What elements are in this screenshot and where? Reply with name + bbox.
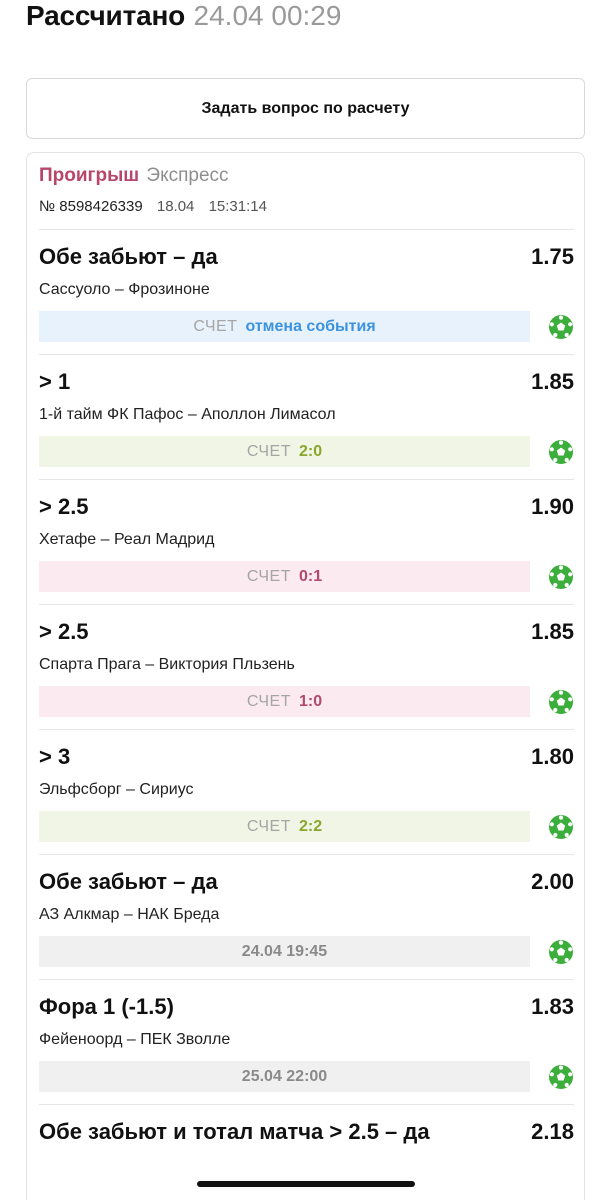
bet-type: Экспресс bbox=[146, 165, 229, 186]
score-value: 2:0 bbox=[299, 442, 323, 460]
home-indicator[interactable] bbox=[197, 1181, 415, 1187]
soccer-ball-icon bbox=[548, 1064, 574, 1090]
bet-odds: 1.80 bbox=[531, 744, 574, 769]
bet-pick: > 3 bbox=[39, 744, 71, 769]
bet-slip-header: Проигрыш Экспресс № 8598426339 18.04 15:… bbox=[39, 165, 267, 215]
bet-pick: > 2.5 bbox=[39, 494, 89, 519]
score-label: СЧЕТ bbox=[246, 817, 291, 835]
bet-leg[interactable]: Обе забьют – да 2.00 АЗ Алкмар – НАК Бреда… bbox=[39, 854, 574, 979]
bet-leg[interactable]: > 1 1.85 1-й тайм ФК Пафос – Аполлон Лимас… bbox=[39, 354, 574, 479]
score-box: СЧЕТ 2:2 bbox=[39, 811, 530, 842]
score-box: СЧЕТ 2:0 bbox=[39, 436, 530, 467]
bet-odds: 1.83 bbox=[531, 994, 574, 1019]
bet-event: Спарта Прага – Виктория Пльзень bbox=[39, 656, 295, 673]
bet-odds: 1.75 bbox=[531, 244, 574, 269]
soccer-ball-icon bbox=[548, 564, 574, 590]
bet-event: АЗ Алкмар – НАК Бреда bbox=[39, 906, 220, 923]
bet-event: Сассуоло – Фрозиноне bbox=[39, 281, 210, 298]
bet-leg[interactable]: > 3 1.80 Эльфсборг – Сириус СЧЕТ 2:2 bbox=[39, 729, 574, 854]
match-start-box: 24.04 19:45 bbox=[39, 936, 530, 967]
score-box: СЧЕТ отмена события bbox=[39, 311, 530, 342]
soccer-ball-icon bbox=[548, 939, 574, 965]
ask-question-button[interactable]: Задать вопрос по расчету bbox=[26, 78, 585, 139]
bet-odds: 1.85 bbox=[531, 369, 574, 394]
score-value: отмена события bbox=[245, 317, 376, 335]
bet-leg[interactable]: Обе забьют – да 1.75 Сассуоло – Фрозиноне С… bbox=[39, 229, 574, 354]
bet-leg[interactable]: Фора 1 (-1.5) 1.83 Фейеноорд – ПЕК Зволле 2… bbox=[39, 979, 574, 1104]
match-start: 24.04 19:45 bbox=[241, 942, 328, 960]
bet-odds: 2.00 bbox=[531, 869, 574, 894]
page-header: Рассчитано 24.04 00:29 bbox=[26, 0, 341, 34]
bet-legs-list: Обе забьют – да 1.75 Сассуоло – Фрозиноне С… bbox=[39, 229, 574, 1200]
match-start-box: 25.04 22:00 bbox=[39, 1061, 530, 1092]
bet-pick: Обе забьют – да bbox=[39, 244, 218, 269]
bet-pick: > 1 bbox=[39, 369, 71, 394]
bet-number: № 8598426339 bbox=[39, 198, 143, 215]
score-value: 0:1 bbox=[299, 567, 323, 585]
bet-leg[interactable]: > 2.5 1.85 Спарта Прага – Виктория Пльзень… bbox=[39, 604, 574, 729]
score-label: СЧЕТ bbox=[246, 692, 291, 710]
bet-odds: 1.90 bbox=[531, 494, 574, 519]
bet-pick: Обе забьют – да bbox=[39, 869, 218, 894]
soccer-ball-icon bbox=[548, 314, 574, 340]
score-label: СЧЕТ bbox=[193, 317, 238, 335]
bet-leg[interactable]: > 2.5 1.90 Хетафе – Реал Мадрид СЧЕТ 0:1 bbox=[39, 479, 574, 604]
bet-odds: 2.18 bbox=[531, 1119, 574, 1144]
page-title: Рассчитано bbox=[26, 0, 186, 31]
settled-timestamp: 24.04 00:29 bbox=[193, 0, 342, 31]
bet-event: Эльфсборг – Сириус bbox=[39, 781, 194, 798]
bet-pick: Фора 1 (-1.5) bbox=[39, 994, 174, 1019]
score-label: СЧЕТ bbox=[246, 567, 291, 585]
soccer-ball-icon bbox=[548, 439, 574, 465]
score-box: СЧЕТ 1:0 bbox=[39, 686, 530, 717]
bet-status: Проигрыш bbox=[39, 165, 140, 186]
score-value: 1:0 bbox=[299, 692, 323, 710]
bet-pick: Обе забьют и тотал матча > 2.5 – да bbox=[39, 1119, 430, 1144]
bet-time: 15:31:14 bbox=[208, 198, 267, 215]
soccer-ball-icon bbox=[548, 814, 574, 840]
soccer-ball-icon bbox=[548, 689, 574, 715]
bet-pick: > 2.5 bbox=[39, 619, 89, 644]
bet-status-line: Проигрыш Экспресс bbox=[39, 165, 267, 187]
match-start: 25.04 22:00 bbox=[241, 1067, 328, 1085]
bet-event: Хетафе – Реал Мадрид bbox=[39, 531, 215, 548]
bet-event: 1-й тайм ФК Пафос – Аполлон Лимасол bbox=[39, 406, 336, 423]
bet-meta: № 8598426339 18.04 15:31:14 bbox=[39, 198, 267, 215]
bet-odds: 1.85 bbox=[531, 619, 574, 644]
score-value: 2:2 bbox=[299, 817, 323, 835]
bet-slip-card: Проигрыш Экспресс № 8598426339 18.04 15:… bbox=[26, 152, 585, 1200]
bet-date: 18.04 bbox=[156, 198, 195, 215]
score-box: СЧЕТ 0:1 bbox=[39, 561, 530, 592]
bet-event: Фейеноорд – ПЕК Зволле bbox=[39, 1031, 231, 1048]
score-label: СЧЕТ bbox=[246, 442, 291, 460]
